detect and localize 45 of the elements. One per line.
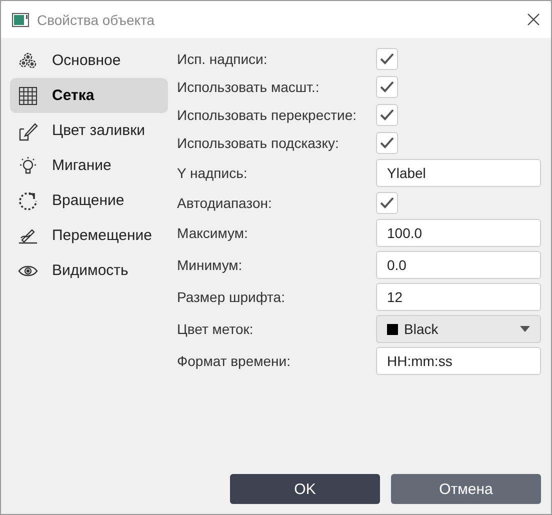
- grid-icon: [19, 86, 37, 104]
- checkbox[interactable]: [376, 104, 398, 126]
- input-field[interactable]: 12: [376, 283, 541, 311]
- checkmark-icon: [380, 81, 394, 93]
- checkmark-icon: [380, 109, 394, 121]
- rotate-icon: [18, 190, 38, 210]
- ok-button[interactable]: OK: [230, 474, 380, 504]
- input-field[interactable]: 0.0: [376, 251, 541, 279]
- checkmark-icon: [380, 197, 394, 209]
- input-field[interactable]: Ylabel: [376, 159, 541, 187]
- checkbox[interactable]: [376, 48, 398, 70]
- field-label: Цвет меток:: [177, 321, 254, 337]
- field-label: Y надпись:: [177, 165, 248, 181]
- field-label: Размер шрифта:: [177, 289, 286, 305]
- cancel-button[interactable]: Отмена: [391, 474, 541, 504]
- sidebar-item[interactable]: Основное: [10, 43, 168, 78]
- sidebar-item[interactable]: Мигание: [10, 148, 168, 183]
- color-dropdown[interactable]: Black: [376, 315, 541, 343]
- window-icon: [12, 12, 29, 26]
- window-title: Свойства объекта: [37, 12, 155, 28]
- field-label: Максимум:: [177, 225, 249, 241]
- checkmark-icon: [380, 137, 394, 149]
- input-field[interactable]: HH:mm:ss: [376, 347, 541, 375]
- sidebar-item[interactable]: Вращение: [10, 183, 168, 218]
- checkbox[interactable]: [376, 76, 398, 98]
- pencil-square-icon: [18, 120, 38, 140]
- checkmark-icon: [380, 53, 394, 65]
- close-icon[interactable]: [527, 13, 540, 26]
- field-label: Использовать масшт.:: [177, 79, 320, 95]
- field-label: Использовать подсказку:: [177, 135, 340, 151]
- checkbox[interactable]: [376, 192, 398, 214]
- caret-icon: [520, 326, 530, 332]
- sidebar-item[interactable]: Цвет заливки: [10, 113, 168, 148]
- field-label: Формат времени:: [177, 353, 292, 369]
- field-label: Минимум:: [177, 257, 244, 273]
- sidebar-item[interactable]: Видимость: [10, 253, 168, 288]
- field-label: Использовать перекрестие:: [177, 107, 358, 123]
- checkbox[interactable]: [376, 132, 398, 154]
- gears-icon: [18, 50, 38, 70]
- bulb-icon: [18, 156, 38, 176]
- input-field[interactable]: 100.0: [376, 219, 541, 247]
- field-label: Автодиапазон:: [177, 195, 273, 211]
- field-label: Исп. надписи:: [177, 51, 268, 67]
- sidebar-item[interactable]: Сетка: [10, 78, 168, 113]
- sidebar-item[interactable]: Перемещение: [10, 218, 168, 253]
